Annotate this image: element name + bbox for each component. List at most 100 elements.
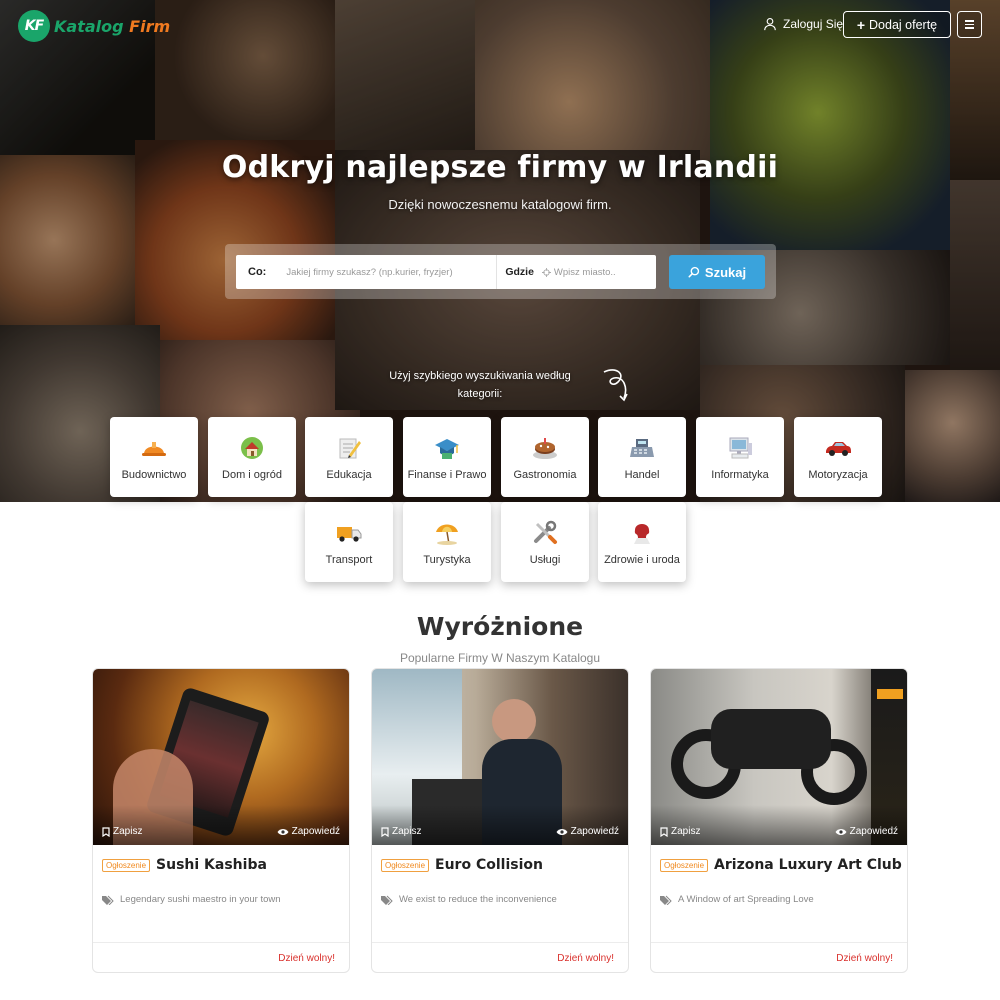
- add-offer-button[interactable]: + Dodaj ofertę: [843, 11, 951, 38]
- category-label: Gastronomia: [513, 469, 577, 481]
- user-icon: [764, 18, 776, 31]
- category-label: Handel: [624, 469, 660, 481]
- house-icon: [238, 435, 266, 461]
- save-button[interactable]: Zapisz: [381, 826, 421, 837]
- bookmark-icon: [102, 826, 110, 837]
- pencil-icon: [335, 435, 363, 461]
- eye-icon: [277, 828, 289, 835]
- save-button[interactable]: Zapisz: [102, 826, 142, 837]
- category-uslugi[interactable]: Usługi: [501, 502, 589, 582]
- graduation-cap-icon: [433, 435, 461, 461]
- search-what-input[interactable]: Jakiej firmy szukasz? (np.kurier, fryzje…: [266, 267, 496, 278]
- preview-label: Zapowiedź: [849, 826, 898, 837]
- category-motoryzacja[interactable]: Motoryzacja: [794, 417, 882, 497]
- card-divider: [93, 942, 349, 943]
- car-icon: [824, 435, 852, 461]
- category-handel[interactable]: Handel: [598, 417, 686, 497]
- category-label: Budownictwo: [121, 469, 187, 481]
- logo-text-primary: Katalog: [54, 16, 124, 36]
- card-divider: [372, 942, 628, 943]
- listing-name[interactable]: Euro Collision: [435, 857, 543, 873]
- category-label: Dom i ogród: [222, 469, 282, 481]
- search-form: Co: Jakiej firmy szukasz? (np.kurier, fr…: [236, 255, 656, 289]
- search-button[interactable]: Szukaj: [669, 255, 765, 289]
- computer-icon: [726, 435, 754, 461]
- beauty-icon: [628, 520, 656, 546]
- listing-description: A Window of art Spreading Love: [678, 894, 814, 905]
- category-label: Zdrowie i uroda: [604, 554, 680, 566]
- logo-text-secondary: Firm: [129, 16, 171, 36]
- search-where-input[interactable]: Wpisz miasto..: [534, 267, 616, 278]
- eye-icon: [556, 828, 568, 835]
- hero-title: Odkryj najlepsze firmy w Irlandii: [221, 150, 779, 185]
- category-zdrowie-i-uroda[interactable]: Zdrowie i uroda: [598, 502, 686, 582]
- category-informatyka[interactable]: Informatyka: [696, 417, 784, 497]
- featured-title: Wyróżnione: [416, 612, 584, 641]
- category-turystyka[interactable]: Turystyka: [403, 502, 491, 582]
- login-link[interactable]: Zaloguj Się: [763, 12, 843, 36]
- category-label: Finanse i Prawo: [407, 469, 487, 481]
- curly-arrow-icon: [603, 369, 628, 402]
- quick-search-hint: Użyj szybkiego wyszukiwania według kateg…: [389, 370, 571, 400]
- listing-name[interactable]: Arizona Luxury Art Club: [714, 857, 902, 873]
- tags-icon: [381, 895, 393, 905]
- tags-icon: [102, 895, 114, 905]
- category-edukacja[interactable]: Edukacja: [305, 417, 393, 497]
- tools-icon: [531, 520, 559, 546]
- eye-icon: [835, 828, 847, 835]
- hero-subtitle: Dzięki nowoczesnemu katalogowi firm.: [388, 197, 612, 212]
- listing-image[interactable]: [372, 669, 628, 845]
- preview-label: Zapowiedź: [291, 826, 340, 837]
- search-what-label: Co:: [248, 266, 267, 278]
- category-transport[interactable]: Transport: [305, 502, 393, 582]
- ad-badge: Ogłoszenie: [102, 858, 151, 872]
- listing-description: Legendary sushi maestro in your town: [120, 894, 281, 905]
- listing-image[interactable]: [651, 669, 907, 845]
- ad-badge: Ogłoszenie: [381, 858, 430, 872]
- category-gastronomia[interactable]: Gastronomia: [501, 417, 589, 497]
- category-budownictwo[interactable]: Budownictwo: [110, 417, 198, 497]
- search-where-placeholder: Wpisz miasto..: [553, 266, 616, 278]
- bookmark-icon: [660, 826, 668, 837]
- truck-icon: [335, 520, 363, 546]
- helmet-icon: [140, 435, 168, 461]
- menu-button[interactable]: [957, 11, 982, 38]
- opening-status: Dzień wolny!: [278, 953, 335, 964]
- category-label: Transport: [325, 554, 373, 566]
- logo-mark-icon: KF: [18, 10, 50, 42]
- save-label: Zapisz: [671, 826, 701, 837]
- location-crosshair-icon: [541, 267, 551, 277]
- preview-button[interactable]: Zapowiedź: [556, 826, 619, 837]
- listing-card[interactable]: Zapisz Zapowiedź Ogłoszenie Arizona Luxu…: [650, 668, 908, 973]
- listing-name[interactable]: Sushi Kashiba: [156, 857, 267, 873]
- add-offer-label: Dodaj ofertę: [869, 17, 938, 32]
- tags-icon: [660, 895, 672, 905]
- save-button[interactable]: Zapisz: [660, 826, 700, 837]
- save-label: Zapisz: [113, 826, 143, 837]
- preview-button[interactable]: Zapowiedź: [277, 826, 340, 837]
- category-finanse-i-prawo[interactable]: Finanse i Prawo: [403, 417, 491, 497]
- preview-label: Zapowiedź: [570, 826, 619, 837]
- save-label: Zapisz: [392, 826, 422, 837]
- search-icon: [688, 266, 700, 278]
- featured-subtitle: Popularne Firmy W Naszym Katalogu: [399, 651, 601, 665]
- category-label: Motoryzacja: [808, 469, 868, 481]
- cake-icon: [531, 435, 559, 461]
- preview-button[interactable]: Zapowiedź: [835, 826, 898, 837]
- category-label: Turystyka: [423, 554, 471, 566]
- category-label: Edukacja: [326, 469, 372, 481]
- opening-status: Dzień wolny!: [836, 953, 893, 964]
- category-label: Usługi: [529, 554, 561, 566]
- listing-card[interactable]: Zapisz Zapowiedź Ogłoszenie Sushi Kashib…: [92, 668, 350, 973]
- search-button-label: Szukaj: [704, 264, 747, 280]
- category-label: Informatyka: [711, 469, 769, 481]
- ad-badge: Ogłoszenie: [660, 858, 709, 872]
- category-dom-i-ogrod[interactable]: Dom i ogród: [208, 417, 296, 497]
- site-logo[interactable]: KF Katalog Firm: [18, 10, 170, 42]
- opening-status: Dzień wolny!: [557, 953, 614, 964]
- search-where-label: Gdzie: [505, 266, 534, 278]
- login-label: Zaloguj Się: [783, 17, 844, 31]
- beach-umbrella-icon: [433, 520, 461, 546]
- listing-image[interactable]: [93, 669, 349, 845]
- listing-card[interactable]: Zapisz Zapowiedź Ogłoszenie Euro Collisi…: [371, 668, 629, 973]
